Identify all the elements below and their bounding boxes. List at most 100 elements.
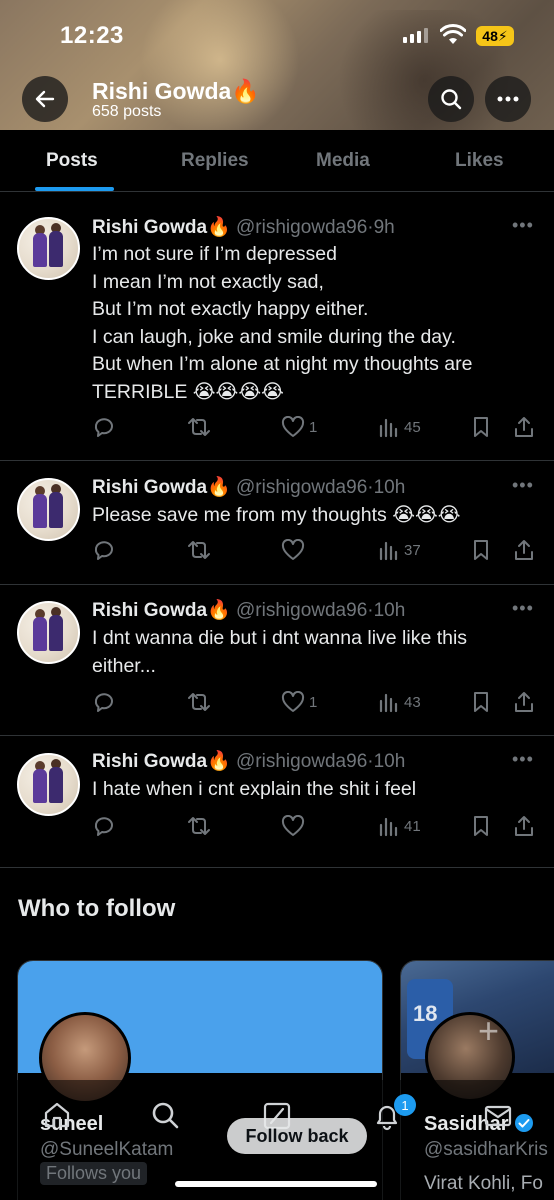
view-count: 45 [404, 418, 421, 436]
post-more-icon[interactable]: ••• [512, 475, 534, 496]
post-author-handle[interactable]: @rishigowda96 [236, 477, 367, 498]
avatar[interactable] [17, 217, 80, 280]
share-button[interactable] [513, 691, 535, 713]
repost-button[interactable] [186, 539, 212, 561]
post-author-handle[interactable]: @rishigowda96 [236, 217, 367, 238]
repost-icon [188, 693, 210, 711]
active-tab-indicator [35, 187, 114, 191]
repost-icon [188, 817, 210, 835]
bookmark-button[interactable] [471, 539, 491, 561]
more-options-button[interactable] [485, 76, 531, 122]
heart-icon [281, 815, 305, 836]
post-more-icon[interactable]: ••• [512, 749, 534, 770]
share-button[interactable] [513, 539, 535, 561]
arrow-left-icon [35, 90, 55, 108]
post-author-name[interactable]: Rishi Gowda🔥 [92, 600, 231, 621]
avatar[interactable] [17, 601, 80, 664]
views-button[interactable]: 41 [378, 815, 421, 837]
search-button[interactable] [428, 76, 474, 122]
post[interactable]: Rishi Gowda🔥 @rishigowda96·10h ••• Pleas… [0, 461, 554, 585]
post[interactable]: Rishi Gowda🔥 @rishigowda96·9h ••• I’m no… [0, 193, 554, 461]
avatar[interactable] [17, 753, 80, 816]
more-horizontal-icon [497, 96, 519, 102]
share-button[interactable] [513, 815, 535, 837]
post[interactable]: Rishi Gowda🔥 @rishigowda96·10h ••• I hat… [0, 736, 554, 868]
plus-icon: + [478, 1010, 500, 1051]
post-text: Please save me from my thoughts 😭😭😭 [92, 504, 461, 526]
home-icon[interactable] [42, 1100, 72, 1130]
charging-bolt-icon: ⚡ [497, 27, 508, 44]
explore-search-icon[interactable] [150, 1100, 180, 1130]
reply-button[interactable] [92, 815, 116, 837]
status-bar: 12:23 48 ⚡ [0, 0, 554, 70]
tab-media[interactable]: Media [316, 150, 370, 172]
post-author-name[interactable]: Rishi Gowda🔥 [92, 217, 231, 238]
post-actions: 1 43 [0, 691, 554, 717]
post[interactable]: Rishi Gowda🔥 @rishigowda96·10h ••• I dnt… [0, 585, 554, 736]
post-text: I dnt wanna die but i dnt wanna live lik… [92, 627, 468, 677]
share-icon [515, 417, 533, 437]
share-button[interactable] [513, 416, 535, 438]
view-count: 43 [404, 693, 421, 711]
like-button[interactable]: 1 [281, 691, 317, 713]
bookmark-button[interactable] [471, 691, 491, 713]
reply-icon [94, 418, 113, 437]
reply-icon [94, 817, 113, 836]
like-button[interactable] [281, 815, 309, 837]
tab-replies[interactable]: Replies [181, 150, 249, 172]
post-author-name[interactable]: Rishi Gowda🔥 [92, 477, 231, 498]
reply-button[interactable] [92, 416, 116, 438]
bookmark-icon [474, 540, 488, 560]
status-time: 12:23 [60, 22, 124, 49]
like-button[interactable]: 1 [281, 416, 317, 438]
reply-button[interactable] [92, 691, 116, 713]
suggestion-handle: @sasidharKris [424, 1139, 548, 1160]
views-button[interactable]: 45 [378, 416, 421, 438]
messages-envelope-icon[interactable] [483, 1101, 513, 1131]
post-author-handle[interactable]: @rishigowda96 [236, 600, 367, 621]
views-button[interactable]: 37 [378, 539, 421, 561]
post-author-name[interactable]: Rishi Gowda🔥 [92, 751, 231, 772]
post-more-icon[interactable]: ••• [512, 598, 534, 619]
jersey-number: 18 [413, 1001, 438, 1026]
post-header: Rishi Gowda🔥 @rishigowda96·9h [92, 217, 395, 238]
post-actions: 41 [0, 815, 554, 841]
post-header: Rishi Gowda🔥 @rishigowda96·10h [92, 600, 406, 621]
profile-tabs: Posts Replies Media Likes [0, 130, 554, 192]
wifi-icon [440, 24, 466, 44]
bookmark-button[interactable] [471, 815, 491, 837]
repost-button[interactable] [186, 691, 212, 713]
views-button[interactable]: 43 [378, 691, 421, 713]
repost-icon [188, 418, 210, 436]
analytics-icon [379, 693, 398, 713]
bookmark-icon [474, 417, 488, 437]
home-indicator[interactable] [175, 1181, 377, 1187]
suggestion-bio: Virat Kohli, Fo [424, 1173, 543, 1194]
repost-icon [188, 541, 210, 559]
share-icon [515, 692, 533, 712]
reply-icon [94, 541, 113, 560]
profile-name: Rishi Gowda🔥 [92, 78, 260, 104]
post-author-handle[interactable]: @rishigowda96 [236, 751, 367, 772]
tab-posts[interactable]: Posts [46, 150, 98, 172]
view-count: 41 [404, 817, 421, 835]
post-text: I’m not sure if I’m depressed I mean I’m… [92, 243, 473, 403]
back-button[interactable] [22, 76, 68, 122]
analytics-icon [379, 541, 398, 561]
post-time: 10h [373, 477, 406, 498]
follow-back-button[interactable]: Follow back [227, 1118, 367, 1154]
profile-topbar: Rishi Gowda🔥 658 posts [0, 70, 554, 130]
repost-button[interactable] [186, 815, 212, 837]
bookmark-button[interactable] [471, 416, 491, 438]
post-more-icon[interactable]: ••• [512, 215, 534, 236]
cellular-signal-icon [403, 28, 428, 43]
analytics-icon [379, 817, 398, 837]
reply-button[interactable] [92, 539, 116, 561]
like-button[interactable] [281, 539, 309, 561]
repost-button[interactable] [186, 416, 212, 438]
who-to-follow-heading: Who to follow [18, 895, 176, 922]
post-time: 9h [373, 217, 395, 238]
tab-likes[interactable]: Likes [455, 150, 504, 172]
post-actions: 37 [0, 539, 554, 565]
avatar[interactable] [17, 478, 80, 541]
